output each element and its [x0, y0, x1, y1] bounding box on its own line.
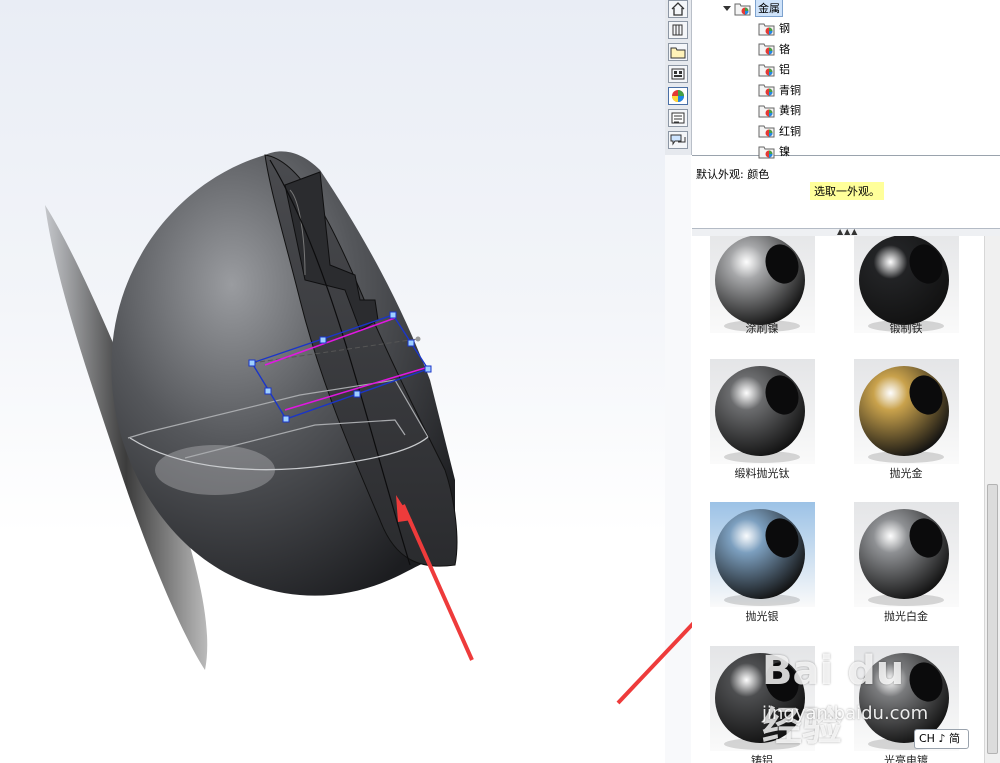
- appearances-icon[interactable]: [668, 87, 688, 105]
- folder-appearance-icon: [758, 62, 776, 77]
- appearance-swatch[interactable]: [710, 502, 815, 607]
- select-hint: 选取一外观。: [810, 182, 884, 200]
- swatch-label: 光亮电镀: [884, 754, 928, 763]
- appearance-swatch[interactable]: [854, 502, 959, 607]
- model-render: [45, 151, 474, 670]
- graphics-viewport[interactable]: [0, 0, 665, 763]
- tree-item-label: 黄铜: [779, 104, 801, 117]
- appearance-swatch[interactable]: [710, 646, 815, 751]
- swatch-label: 抛光金: [889, 467, 923, 480]
- custom-properties-icon[interactable]: [668, 109, 688, 127]
- appearance-tree: 金属 钢铬铝青铜黄铜红铜镍: [692, 0, 1000, 158]
- gallery-scroll-thumb[interactable]: [987, 484, 998, 754]
- ime-indicator[interactable]: CH ♪ 简: [914, 729, 969, 749]
- tree-item[interactable]: 铝: [758, 59, 790, 79]
- swatch-label: 抛光白金: [884, 610, 928, 623]
- folder-appearance-icon: [758, 123, 776, 138]
- tree-item-label: 金属: [755, 0, 783, 17]
- task-pane: 金属 钢铬铝青铜黄铜红铜镍 默认外观: 颜色 选取一外观。 ▲▲▲ 涂刷镍 锻制铁…: [665, 0, 1000, 763]
- folder-appearance-icon: [734, 1, 752, 16]
- appearance-info: 默认外观: 颜色 选取一外观。: [692, 160, 1000, 228]
- swatch-label: 缎料抛光钛: [734, 467, 790, 480]
- appearance-swatch[interactable]: [710, 236, 815, 333]
- appearance-swatch[interactable]: [854, 359, 959, 464]
- folder-appearance-icon: [758, 82, 776, 97]
- appearance-swatch[interactable]: [710, 359, 815, 464]
- tree-item[interactable]: 红铜: [758, 121, 801, 141]
- tree-item-parent[interactable]: 金属: [734, 0, 783, 18]
- appearance-gallery: 涂刷镍 锻制铁缎料抛光钛 抛光金抛光银 抛光白金铸铝 光亮电镀: [692, 236, 1000, 763]
- tree-item[interactable]: 钢: [758, 18, 790, 38]
- grip-icon: ▲▲▲: [837, 227, 859, 236]
- tree-item[interactable]: 镍: [758, 141, 790, 161]
- folder-icon[interactable]: [668, 43, 688, 61]
- default-appearance-label: 默认外观: 颜色: [696, 168, 770, 181]
- collapse-arrow-icon[interactable]: [723, 6, 731, 11]
- tree-item-label: 青铜: [779, 83, 801, 97]
- tree-item[interactable]: 青铜: [758, 80, 801, 100]
- parts-icon[interactable]: [668, 21, 688, 39]
- folder-appearance-icon: [758, 144, 776, 159]
- folder-appearance-icon: [758, 21, 776, 36]
- tree-item-label: 红铜: [779, 124, 801, 138]
- swatch-label: 涂刷镍: [745, 322, 779, 335]
- tree-item-label: 铬: [779, 42, 790, 56]
- forum-icon[interactable]: [668, 131, 688, 149]
- appearance-swatch[interactable]: [854, 236, 959, 333]
- tree-item-label: 钢: [779, 22, 790, 35]
- tree-item-label: 铝: [779, 63, 790, 76]
- folder-appearance-icon: [758, 41, 776, 56]
- tree-item-label: 镍: [779, 145, 790, 158]
- gallery-scrollbar[interactable]: [984, 236, 1000, 763]
- task-pane-tabs: [665, 0, 692, 155]
- swatch-label: 锻制铁: [889, 322, 923, 335]
- view-palette-icon[interactable]: [668, 65, 688, 83]
- tree-item[interactable]: 黄铜: [758, 100, 801, 120]
- folder-appearance-icon: [758, 103, 776, 118]
- home-icon[interactable]: [668, 0, 688, 18]
- tree-item[interactable]: 铬: [758, 39, 790, 59]
- swatch-label: 铸铝: [751, 754, 773, 763]
- swatch-label: 抛光银: [745, 610, 779, 623]
